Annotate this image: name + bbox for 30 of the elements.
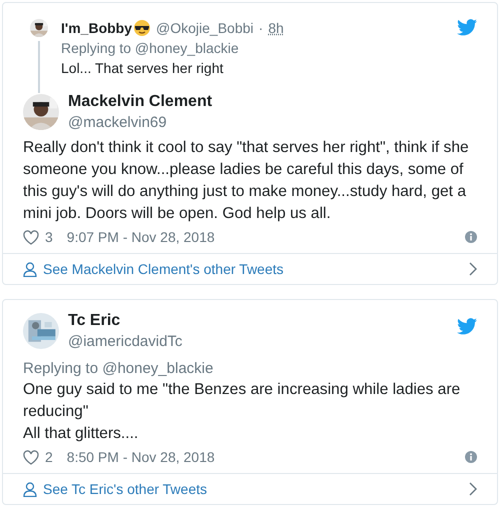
tweet-text: Lol... That serves her right xyxy=(61,60,224,76)
author-name[interactable]: Tc Eric xyxy=(68,312,182,330)
info-icon[interactable] xyxy=(465,451,477,463)
bird-icon[interactable] xyxy=(457,19,477,36)
heart-icon[interactable] xyxy=(23,450,39,464)
other-tweets-link[interactable]: See Mackelvin Clement's other Tweets xyxy=(43,261,284,277)
author-name[interactable]: I'm_Bobby xyxy=(61,20,132,36)
author-handle[interactable]: @iamericdavidTc xyxy=(68,333,182,350)
author-handle[interactable]: @mackelvin69 xyxy=(68,114,212,131)
tweet-text: Really don't think it cool to say "that serves her right", think if she someone you know...please ladies be careful this days, some of this guy's will do anything just to make money...study hard, get a mini job. Doors will be open. God help us all. xyxy=(23,138,470,224)
timestamp-link[interactable]: 8:50 PM - Nov 28, 2018 xyxy=(66,449,215,465)
author-handle[interactable]: @Okojie_Bobbi xyxy=(156,20,254,36)
author-name[interactable]: Mackelvin Clement xyxy=(68,93,212,111)
separator: · xyxy=(258,20,264,36)
tweet-text: One guy said to me "the Benzes are increasing while ladies are reducing" All that glitters.... xyxy=(23,380,462,444)
replying-to: Replying to @honey_blackie xyxy=(61,40,240,56)
other-tweets-link[interactable]: See Tc Eric's other Tweets xyxy=(43,481,208,497)
chevron-right-icon[interactable] xyxy=(469,482,477,496)
sunglasses-face-icon xyxy=(133,19,152,37)
bird-icon[interactable] xyxy=(457,318,477,335)
chevron-right-icon[interactable] xyxy=(469,262,477,276)
info-icon[interactable] xyxy=(465,231,477,243)
like-count: 3 xyxy=(45,229,53,245)
heart-icon[interactable] xyxy=(23,230,39,244)
replying-to: Replying to @honey_blackie xyxy=(23,360,214,377)
person-icon xyxy=(23,262,37,276)
like-count: 2 xyxy=(45,449,53,465)
person-icon xyxy=(23,482,37,496)
timestamp-link[interactable]: 9:07 PM - Nov 28, 2018 xyxy=(66,229,215,245)
timestamp-link[interactable]: 8h xyxy=(268,20,284,36)
